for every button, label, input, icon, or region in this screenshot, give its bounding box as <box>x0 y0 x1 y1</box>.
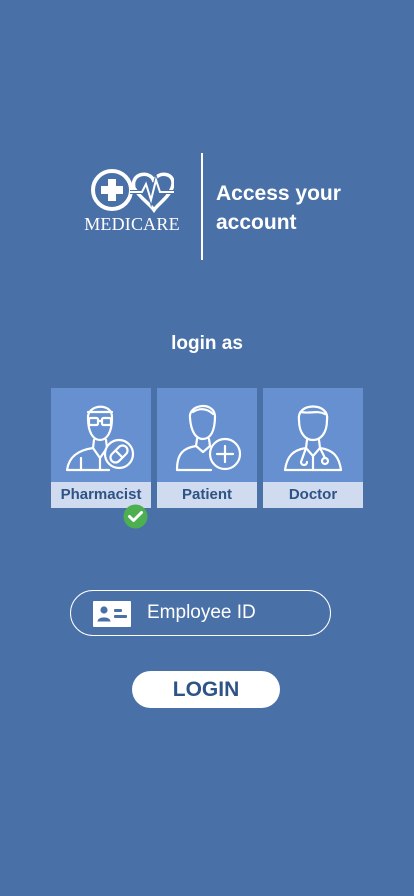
medical-cross-heart-icon <box>91 169 174 214</box>
medicare-logo: MEDICARE <box>82 168 182 238</box>
login-button[interactable]: LOGIN <box>132 671 280 708</box>
role-card-doctor[interactable]: Doctor <box>263 388 363 508</box>
role-label-doctor: Doctor <box>263 482 363 508</box>
doctor-icon <box>263 388 363 482</box>
role-card-pharmacist[interactable]: Pharmacist <box>51 388 151 508</box>
role-label-patient: Patient <box>157 482 257 508</box>
header: MEDICARE Access your account <box>0 0 414 300</box>
header-divider <box>201 153 203 260</box>
id-card-icon <box>93 601 131 627</box>
selected-check-icon <box>123 504 148 529</box>
brand-name: MEDICARE <box>84 214 180 234</box>
employee-id-field[interactable] <box>70 590 331 636</box>
roles-heading: login as <box>171 333 243 354</box>
role-card-patient[interactable]: Patient <box>157 388 257 508</box>
pharmacist-icon <box>51 388 151 482</box>
employee-id-input[interactable] <box>147 599 317 627</box>
page-title: Access your account <box>216 182 341 234</box>
patient-icon <box>157 388 257 482</box>
